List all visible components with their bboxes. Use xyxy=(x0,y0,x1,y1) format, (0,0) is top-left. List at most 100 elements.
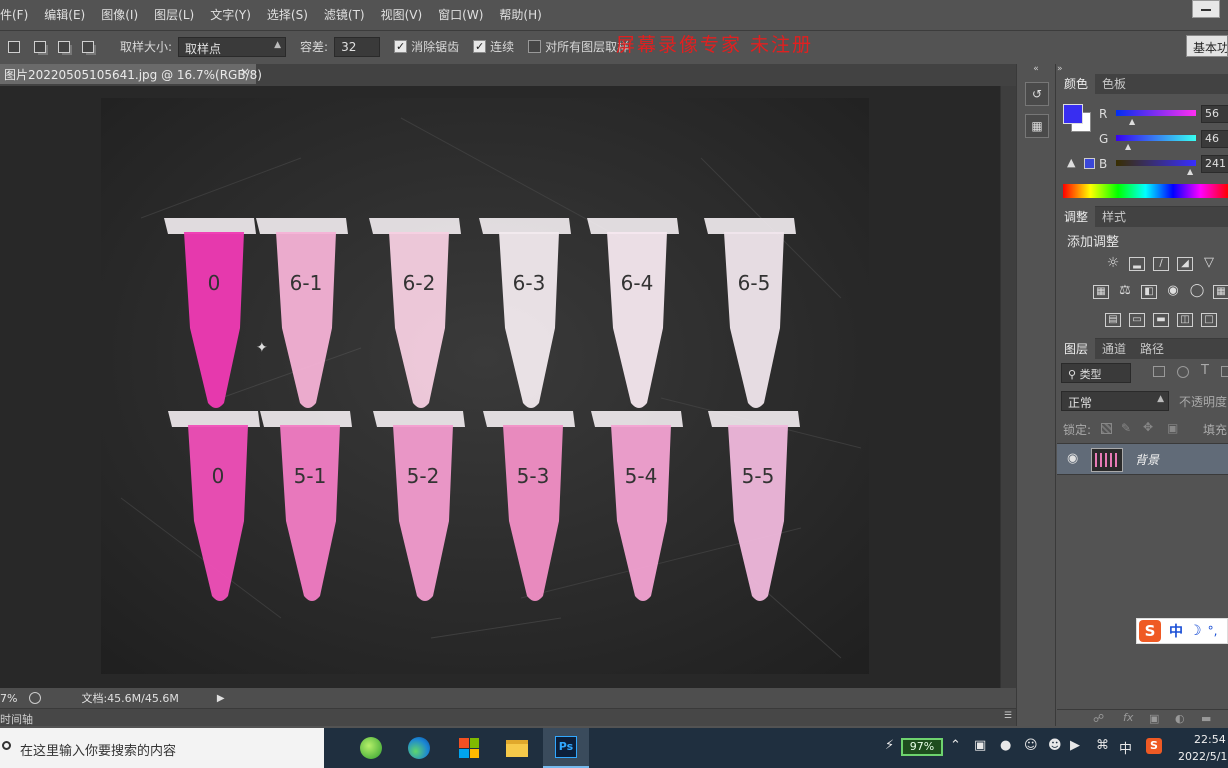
fx-icon[interactable]: fx xyxy=(1123,711,1133,724)
g-slider-thumb[interactable]: ▲ xyxy=(1125,142,1131,151)
document-tab[interactable]: 图片20220505105641.jpg @ 16.7%(RGB/8) × xyxy=(0,64,262,84)
curves-icon[interactable]: ∕ xyxy=(1153,257,1169,271)
status-menu-icon[interactable] xyxy=(29,692,42,704)
black-white-icon[interactable]: ◧ xyxy=(1141,285,1157,299)
filter-pixel-icon[interactable] xyxy=(1153,366,1165,377)
brightness-icon[interactable]: ☼ xyxy=(1105,256,1121,271)
gradient-map-icon[interactable]: ◫ xyxy=(1177,313,1193,327)
power-plug-icon[interactable]: ⚡ xyxy=(885,738,894,753)
sample-size-select[interactable]: 取样点 ▲ xyxy=(178,36,287,57)
menu-view[interactable]: 视图(V) xyxy=(373,6,431,23)
foreground-swatch[interactable] xyxy=(1063,104,1083,124)
selective-color-icon[interactable]: □ xyxy=(1201,313,1217,327)
b-slider-track[interactable] xyxy=(1116,160,1196,166)
levels-icon[interactable]: ▂ xyxy=(1129,257,1145,271)
microphone-icon[interactable]: ● xyxy=(1000,738,1011,753)
g-slider-track[interactable] xyxy=(1116,135,1196,141)
ime-mode-label[interactable]: 中 xyxy=(1169,621,1183,641)
timeline-label[interactable]: 时间轴 xyxy=(0,713,33,726)
system-clock[interactable]: 22:54 2022/5/1 xyxy=(1178,731,1227,765)
link-layers-icon[interactable]: ☍ xyxy=(1093,712,1104,725)
properties-icon[interactable]: ▦ xyxy=(1025,114,1049,138)
zoom-level[interactable]: 7% xyxy=(0,692,17,705)
person-icon[interactable]: ☺ xyxy=(1024,738,1038,753)
lock-all-icon[interactable]: ▣ xyxy=(1167,421,1178,435)
menu-layer[interactable]: 图层(L) xyxy=(146,6,202,23)
app-photoshop[interactable]: Ps xyxy=(543,728,589,768)
tab-paths[interactable]: 路径 xyxy=(1133,338,1171,359)
app-explorer[interactable] xyxy=(494,728,540,768)
tab-swatches[interactable]: 色板 xyxy=(1095,73,1133,94)
invert-icon[interactable]: ▤ xyxy=(1105,313,1121,327)
color-balance-icon[interactable]: ⚖ xyxy=(1117,284,1133,299)
menu-image[interactable]: 图像(I) xyxy=(93,6,146,23)
tab-color[interactable]: 颜色 xyxy=(1057,73,1096,94)
b-slider-thumb[interactable]: ▲ xyxy=(1187,167,1193,176)
filter-shape-icon[interactable] xyxy=(1221,366,1228,377)
lock-move-icon[interactable]: ✥ xyxy=(1143,420,1153,434)
wifi-icon[interactable]: ⌘ xyxy=(1096,738,1109,753)
exposure-icon[interactable]: ◢ xyxy=(1177,257,1193,271)
battery-indicator[interactable]: 97% xyxy=(901,738,943,756)
app-edge[interactable] xyxy=(396,728,442,768)
sogou-tray-icon[interactable]: S xyxy=(1146,738,1162,754)
menu-type[interactable]: 文字(Y) xyxy=(202,6,259,23)
menu-select[interactable]: 选择(S) xyxy=(259,6,316,23)
intersect-selection-icon[interactable] xyxy=(82,40,94,53)
menu-file[interactable]: 件(F) xyxy=(0,6,36,23)
tab-styles[interactable]: 样式 xyxy=(1095,206,1133,227)
vibrance-icon[interactable]: ▽ xyxy=(1201,256,1217,271)
layer-filter-select[interactable]: ⚲ 类型 xyxy=(1061,363,1131,383)
qq-icon[interactable]: ☻ xyxy=(1048,738,1062,753)
hue-saturation-icon[interactable]: ▦ xyxy=(1093,285,1109,299)
add-selection-icon[interactable] xyxy=(34,40,46,53)
document-image[interactable]: 0 6-1 6-2 6-3 6-4 6-5 0 5-1 5-2 5-3 5-4 5-5 xyxy=(101,98,869,674)
collapse-panels-icon[interactable]: « xyxy=(1017,64,1055,74)
subtract-selection-icon[interactable] xyxy=(58,40,70,53)
timeline-menu-icon[interactable]: ☰ xyxy=(1004,711,1012,721)
tray-chevron-icon[interactable]: ⌃ xyxy=(950,738,961,753)
antialias-checkbox[interactable]: ✓ xyxy=(394,40,408,53)
lock-paint-icon[interactable]: ✎ xyxy=(1121,421,1131,435)
r-slider-track[interactable] xyxy=(1116,110,1196,116)
new-group-icon[interactable]: ▬ xyxy=(1201,712,1211,725)
new-selection-icon[interactable] xyxy=(8,40,20,53)
menu-filter[interactable]: 滤镜(T) xyxy=(316,6,373,23)
tab-layers[interactable]: 图层 xyxy=(1057,338,1096,359)
menu-window[interactable]: 窗口(W) xyxy=(430,6,491,23)
ime-toolbar[interactable]: S 中 ☽ °, xyxy=(1136,618,1228,644)
layer-row[interactable]: ◉ 背景 xyxy=(1057,443,1228,475)
photo-filter-icon[interactable]: ◉ xyxy=(1165,284,1181,299)
volume-icon[interactable]: ▶ xyxy=(1070,738,1080,753)
status-arrow-icon[interactable]: ▶ xyxy=(217,693,225,704)
filter-type-icon[interactable]: T xyxy=(1201,363,1209,378)
new-adjustment-icon[interactable]: ◐ xyxy=(1175,712,1185,725)
vertical-scrollbar[interactable] xyxy=(1000,86,1016,688)
punctuation-icon[interactable]: °, xyxy=(1208,624,1218,638)
r-value-field[interactable]: 56 xyxy=(1201,105,1228,123)
moon-icon[interactable]: ☽ xyxy=(1189,623,1202,639)
threshold-icon[interactable]: ▬ xyxy=(1153,313,1169,327)
taskbar-search[interactable]: 在这里输入你要搜索的内容 xyxy=(0,728,324,768)
workspace-button[interactable]: 基本功 xyxy=(1186,35,1228,57)
ime-indicator[interactable]: 中 xyxy=(1119,738,1132,757)
r-slider-thumb[interactable]: ▲ xyxy=(1129,117,1135,126)
history-icon[interactable]: ↺ xyxy=(1025,82,1049,106)
minimize-button[interactable] xyxy=(1192,0,1220,18)
tab-adjustments[interactable]: 调整 xyxy=(1057,206,1096,227)
posterize-icon[interactable]: ▭ xyxy=(1129,313,1145,327)
color-lookup-icon[interactable]: ▦ xyxy=(1213,285,1228,299)
b-value-field[interactable]: 241 xyxy=(1201,155,1228,173)
lock-transparent-icon[interactable] xyxy=(1101,423,1112,434)
color-spectrum-ramp[interactable] xyxy=(1063,184,1228,198)
blend-mode-select[interactable]: 正常 ▲ xyxy=(1061,391,1169,411)
eye-icon[interactable]: ◉ xyxy=(1067,451,1078,466)
camera-icon[interactable]: ▣ xyxy=(974,738,986,753)
contiguous-checkbox[interactable]: ✓ xyxy=(473,40,487,53)
menu-help[interactable]: 帮助(H) xyxy=(491,6,549,23)
menu-edit[interactable]: 编辑(E) xyxy=(36,6,93,23)
tolerance-input[interactable]: 32 xyxy=(334,36,381,57)
app-360-browser[interactable] xyxy=(348,728,394,768)
close-tab-icon[interactable]: × xyxy=(240,65,250,79)
app-store[interactable] xyxy=(446,728,492,768)
